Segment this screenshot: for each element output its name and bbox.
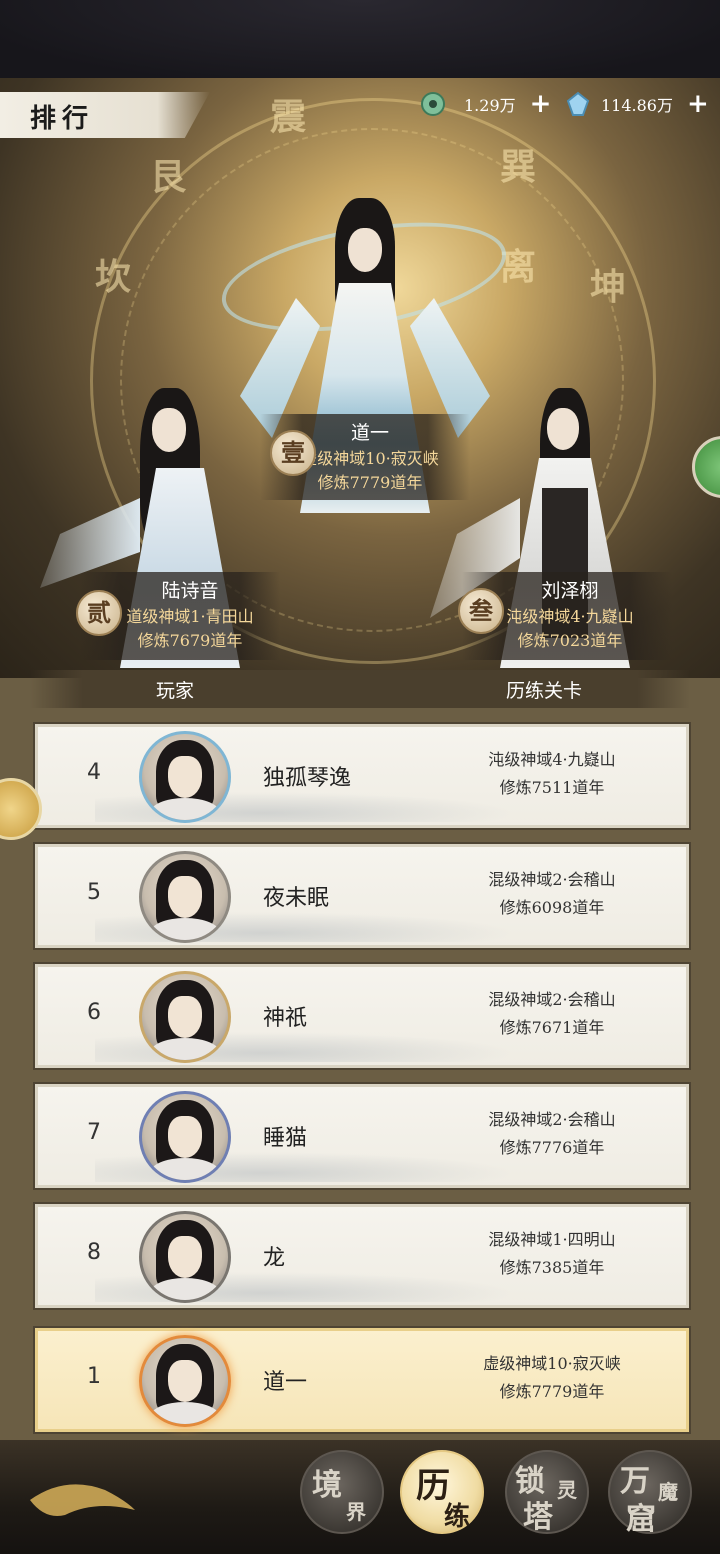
avatar[interactable] <box>139 731 231 823</box>
nav-cave-char3: 窟 <box>626 1502 656 1537</box>
row-rank: 5 <box>87 880 101 905</box>
nav-trial-char2: 练 <box>444 1502 471 1532</box>
top-band <box>0 0 720 78</box>
rank1-seal: 壹 <box>270 430 316 476</box>
crystal-currency-value: 114.86万 <box>601 96 673 115</box>
row-stage-info: 混级神域2·会稽山 修炼7776道年 <box>435 1106 669 1162</box>
row-player-name: 神祇 <box>263 1006 308 1031</box>
avatar[interactable] <box>139 851 231 943</box>
jade-add-button[interactable]: + <box>530 91 552 117</box>
row-stage: 混级神域2·会稽山 <box>488 1110 616 1129</box>
rune-glyph: 坎 <box>95 256 132 298</box>
column-stage: 历练关卡 <box>506 680 583 702</box>
jade-currency-value: 1.29万 <box>464 96 516 115</box>
jade-coin-icon <box>420 91 446 117</box>
rune-glyph: 艮 <box>150 156 187 198</box>
rank2-stage: 道级神域1·青田山 <box>126 607 254 626</box>
my-rank-row[interactable]: 1 道一 虚级神域10·寂灭峡 修炼7779道年 <box>33 1326 691 1434</box>
row-player-name: 独孤琴逸 <box>263 766 352 791</box>
page-title-tab: 排行 <box>0 92 210 138</box>
avatar[interactable] <box>139 1091 231 1183</box>
nav-tower-char3: 塔 <box>523 1500 553 1535</box>
column-player: 玩家 <box>156 680 195 702</box>
row-cultivation: 修炼6098道年 <box>499 898 605 917</box>
row-player-name: 夜未眠 <box>263 886 330 911</box>
avatar[interactable] <box>139 1335 231 1427</box>
row-stage-info: 沌级神域4·九嶷山 修炼7511道年 <box>435 746 669 802</box>
my-stage: 虚级神域10·寂灭峡 <box>483 1354 621 1373</box>
nav-tower-char2: 灵 <box>557 1478 577 1502</box>
table-row[interactable]: 6 神祇 混级神域2·会稽山 修炼7671道年 <box>33 962 691 1070</box>
table-row[interactable]: 4 独孤琴逸 沌级神域4·九嶷山 修炼7511道年 <box>33 722 691 830</box>
my-rank: 1 <box>87 1364 101 1389</box>
nav-realm-char1: 境 <box>312 1468 342 1503</box>
nav-realm-char2: 界 <box>346 1500 366 1524</box>
row-cultivation: 修炼7776道年 <box>499 1138 605 1157</box>
crystal-currency: 114.86万 + <box>565 90 709 118</box>
ranking-header: 玩家 历练关卡 <box>30 670 690 708</box>
nav-cave-char2: 魔 <box>658 1480 678 1504</box>
table-row[interactable]: 7 睡猫 混级神域2·会稽山 修炼7776道年 <box>33 1082 691 1190</box>
row-stage-info: 混级神域2·会稽山 修炼7671道年 <box>435 986 669 1042</box>
rank2-seal: 贰 <box>76 590 122 636</box>
row-stage-info: 混级神域1·四明山 修炼7385道年 <box>435 1226 669 1282</box>
nav-trial-button[interactable]: 历 练 <box>400 1450 484 1534</box>
row-stage: 混级神域1·四明山 <box>488 1230 616 1249</box>
row-stage: 混级神域2·会稽山 <box>488 990 616 1009</box>
rank3-cultivation: 修炼7023道年 <box>517 631 623 650</box>
rank3-seal: 叁 <box>458 588 504 634</box>
row-rank: 4 <box>87 760 101 785</box>
crystal-add-button[interactable]: + <box>687 91 709 117</box>
my-stage-info: 虚级神域10·寂灭峡 修炼7779道年 <box>435 1350 669 1406</box>
row-stage: 沌级神域4·九嶷山 <box>488 750 616 769</box>
page-title: 排行 <box>30 104 95 134</box>
jade-currency: 1.29万 + <box>420 90 551 118</box>
table-row[interactable]: 8 龙 混级神域1·四明山 修炼7385道年 <box>33 1202 691 1310</box>
rune-glyph: 离 <box>500 246 537 288</box>
rank2-plate[interactable]: 陆诗音 道级神域1·青田山 修炼7679道年 <box>110 576 270 651</box>
spirit-crystal-icon <box>565 91 591 117</box>
row-cultivation: 修炼7511道年 <box>499 778 605 797</box>
rank3-plate[interactable]: 刘泽栩 沌级神域4·九嶷山 修炼7023道年 <box>490 576 650 651</box>
row-rank: 7 <box>87 1120 101 1145</box>
row-player-name: 睡猫 <box>263 1126 308 1151</box>
nav-realm-button[interactable]: 境 界 <box>300 1450 384 1534</box>
rank3-stage: 沌级神域4·九嶷山 <box>506 607 634 626</box>
nav-soul-tower-button[interactable]: 锁 灵 塔 <box>505 1450 589 1535</box>
avatar[interactable] <box>139 1211 231 1303</box>
row-cultivation: 修炼7671道年 <box>499 1018 605 1037</box>
row-stage: 混级神域2·会稽山 <box>488 870 616 889</box>
row-rank: 6 <box>87 1000 101 1025</box>
rune-glyph: 震 <box>270 96 307 138</box>
row-rank: 8 <box>87 1240 101 1265</box>
my-player-name: 道一 <box>263 1370 308 1395</box>
row-player-name: 龙 <box>263 1246 286 1271</box>
rank2-name: 陆诗音 <box>161 580 219 602</box>
rune-glyph: 巽 <box>500 146 537 188</box>
rank3-name: 刘泽栩 <box>541 580 599 602</box>
nav-demon-cave-button[interactable]: 万 魔 窟 <box>608 1450 692 1537</box>
avatar[interactable] <box>139 971 231 1063</box>
golden-swirl-icon <box>30 1484 135 1516</box>
table-row[interactable]: 5 夜未眠 混级神域2·会稽山 修炼6098道年 <box>33 842 691 950</box>
my-cultivation: 修炼7779道年 <box>499 1382 605 1401</box>
rune-glyph: 坤 <box>590 266 627 308</box>
rank2-cultivation: 修炼7679道年 <box>137 631 243 650</box>
row-stage-info: 混级神域2·会稽山 修炼6098道年 <box>435 866 669 922</box>
row-cultivation: 修炼7385道年 <box>499 1258 605 1277</box>
